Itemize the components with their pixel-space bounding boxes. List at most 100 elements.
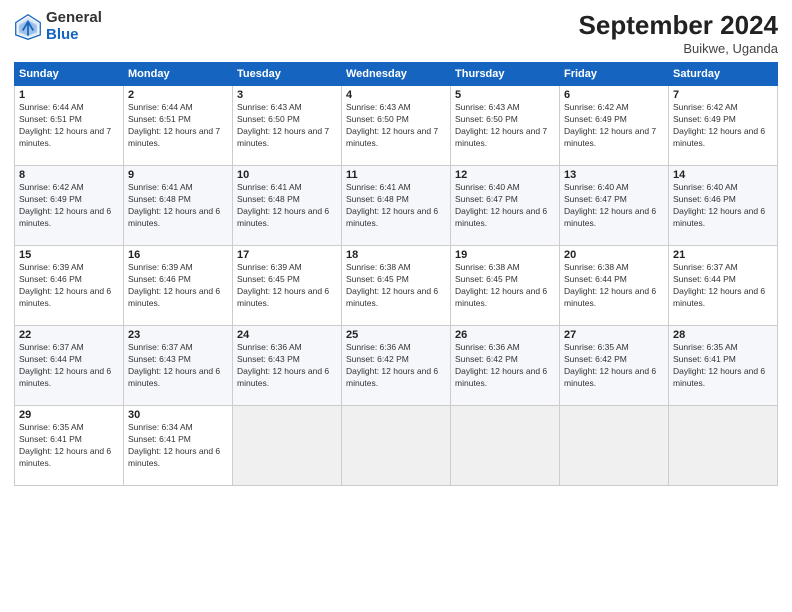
calendar-cell: 4Sunrise: 6:43 AMSunset: 6:50 PMDaylight…: [342, 86, 451, 166]
location: Buikwe, Uganda: [579, 41, 778, 56]
calendar-cell: 9Sunrise: 6:41 AMSunset: 6:48 PMDaylight…: [124, 166, 233, 246]
day-info: Sunrise: 6:41 AMSunset: 6:48 PMDaylight:…: [237, 182, 337, 230]
day-info: Sunrise: 6:34 AMSunset: 6:41 PMDaylight:…: [128, 422, 228, 470]
calendar-cell: 30Sunrise: 6:34 AMSunset: 6:41 PMDayligh…: [124, 406, 233, 486]
calendar-table: SundayMondayTuesdayWednesdayThursdayFrid…: [14, 62, 778, 486]
day-number: 8: [19, 169, 119, 181]
month-title: September 2024: [579, 10, 778, 41]
day-number: 14: [673, 169, 773, 181]
day-info: Sunrise: 6:42 AMSunset: 6:49 PMDaylight:…: [19, 182, 119, 230]
day-number: 11: [346, 169, 446, 181]
day-info: Sunrise: 6:44 AMSunset: 6:51 PMDaylight:…: [128, 102, 228, 150]
day-info: Sunrise: 6:36 AMSunset: 6:42 PMDaylight:…: [346, 342, 446, 390]
calendar-cell: [451, 406, 560, 486]
header: General Blue September 2024 Buikwe, Ugan…: [14, 10, 778, 56]
col-header-monday: Monday: [124, 63, 233, 86]
calendar-cell: 29Sunrise: 6:35 AMSunset: 6:41 PMDayligh…: [15, 406, 124, 486]
logo-text: General Blue: [46, 10, 102, 43]
col-header-sunday: Sunday: [15, 63, 124, 86]
calendar-cell: 14Sunrise: 6:40 AMSunset: 6:46 PMDayligh…: [669, 166, 778, 246]
day-number: 2: [128, 89, 228, 101]
day-info: Sunrise: 6:43 AMSunset: 6:50 PMDaylight:…: [346, 102, 446, 150]
day-info: Sunrise: 6:40 AMSunset: 6:47 PMDaylight:…: [564, 182, 664, 230]
calendar-cell: [233, 406, 342, 486]
day-info: Sunrise: 6:36 AMSunset: 6:43 PMDaylight:…: [237, 342, 337, 390]
day-info: Sunrise: 6:40 AMSunset: 6:47 PMDaylight:…: [455, 182, 555, 230]
day-info: Sunrise: 6:36 AMSunset: 6:42 PMDaylight:…: [455, 342, 555, 390]
calendar-cell: 13Sunrise: 6:40 AMSunset: 6:47 PMDayligh…: [560, 166, 669, 246]
day-info: Sunrise: 6:43 AMSunset: 6:50 PMDaylight:…: [455, 102, 555, 150]
calendar-page: General Blue September 2024 Buikwe, Ugan…: [0, 0, 792, 612]
day-number: 20: [564, 249, 664, 261]
calendar-cell: 27Sunrise: 6:35 AMSunset: 6:42 PMDayligh…: [560, 326, 669, 406]
day-number: 10: [237, 169, 337, 181]
calendar-week-row: 1Sunrise: 6:44 AMSunset: 6:51 PMDaylight…: [15, 86, 778, 166]
day-number: 16: [128, 249, 228, 261]
calendar-cell: [669, 406, 778, 486]
calendar-week-row: 15Sunrise: 6:39 AMSunset: 6:46 PMDayligh…: [15, 246, 778, 326]
calendar-cell: 17Sunrise: 6:39 AMSunset: 6:45 PMDayligh…: [233, 246, 342, 326]
calendar-cell: 23Sunrise: 6:37 AMSunset: 6:43 PMDayligh…: [124, 326, 233, 406]
day-number: 19: [455, 249, 555, 261]
day-number: 27: [564, 329, 664, 341]
day-number: 13: [564, 169, 664, 181]
calendar-cell: 6Sunrise: 6:42 AMSunset: 6:49 PMDaylight…: [560, 86, 669, 166]
day-number: 29: [19, 409, 119, 421]
calendar-cell: 21Sunrise: 6:37 AMSunset: 6:44 PMDayligh…: [669, 246, 778, 326]
day-number: 18: [346, 249, 446, 261]
day-number: 21: [673, 249, 773, 261]
calendar-week-row: 8Sunrise: 6:42 AMSunset: 6:49 PMDaylight…: [15, 166, 778, 246]
day-number: 7: [673, 89, 773, 101]
day-info: Sunrise: 6:35 AMSunset: 6:41 PMDaylight:…: [19, 422, 119, 470]
calendar-week-row: 22Sunrise: 6:37 AMSunset: 6:44 PMDayligh…: [15, 326, 778, 406]
day-number: 25: [346, 329, 446, 341]
calendar-cell: 24Sunrise: 6:36 AMSunset: 6:43 PMDayligh…: [233, 326, 342, 406]
day-number: 3: [237, 89, 337, 101]
col-header-tuesday: Tuesday: [233, 63, 342, 86]
day-info: Sunrise: 6:44 AMSunset: 6:51 PMDaylight:…: [19, 102, 119, 150]
calendar-cell: [342, 406, 451, 486]
calendar-cell: 1Sunrise: 6:44 AMSunset: 6:51 PMDaylight…: [15, 86, 124, 166]
calendar-cell: 19Sunrise: 6:38 AMSunset: 6:45 PMDayligh…: [451, 246, 560, 326]
calendar-header-row: SundayMondayTuesdayWednesdayThursdayFrid…: [15, 63, 778, 86]
day-number: 24: [237, 329, 337, 341]
calendar-cell: 22Sunrise: 6:37 AMSunset: 6:44 PMDayligh…: [15, 326, 124, 406]
day-number: 12: [455, 169, 555, 181]
day-info: Sunrise: 6:35 AMSunset: 6:42 PMDaylight:…: [564, 342, 664, 390]
logo: General Blue: [14, 10, 102, 43]
day-info: Sunrise: 6:39 AMSunset: 6:46 PMDaylight:…: [19, 262, 119, 310]
calendar-cell: 18Sunrise: 6:38 AMSunset: 6:45 PMDayligh…: [342, 246, 451, 326]
calendar-cell: 10Sunrise: 6:41 AMSunset: 6:48 PMDayligh…: [233, 166, 342, 246]
day-info: Sunrise: 6:43 AMSunset: 6:50 PMDaylight:…: [237, 102, 337, 150]
calendar-cell: 28Sunrise: 6:35 AMSunset: 6:41 PMDayligh…: [669, 326, 778, 406]
day-info: Sunrise: 6:38 AMSunset: 6:45 PMDaylight:…: [455, 262, 555, 310]
day-info: Sunrise: 6:37 AMSunset: 6:44 PMDaylight:…: [673, 262, 773, 310]
calendar-cell: 3Sunrise: 6:43 AMSunset: 6:50 PMDaylight…: [233, 86, 342, 166]
col-header-saturday: Saturday: [669, 63, 778, 86]
calendar-cell: 2Sunrise: 6:44 AMSunset: 6:51 PMDaylight…: [124, 86, 233, 166]
day-info: Sunrise: 6:35 AMSunset: 6:41 PMDaylight:…: [673, 342, 773, 390]
day-number: 4: [346, 89, 446, 101]
day-number: 26: [455, 329, 555, 341]
day-info: Sunrise: 6:37 AMSunset: 6:44 PMDaylight:…: [19, 342, 119, 390]
calendar-cell: 25Sunrise: 6:36 AMSunset: 6:42 PMDayligh…: [342, 326, 451, 406]
calendar-cell: 11Sunrise: 6:41 AMSunset: 6:48 PMDayligh…: [342, 166, 451, 246]
day-number: 6: [564, 89, 664, 101]
day-number: 22: [19, 329, 119, 341]
calendar-week-row: 29Sunrise: 6:35 AMSunset: 6:41 PMDayligh…: [15, 406, 778, 486]
calendar-cell: 12Sunrise: 6:40 AMSunset: 6:47 PMDayligh…: [451, 166, 560, 246]
day-info: Sunrise: 6:42 AMSunset: 6:49 PMDaylight:…: [564, 102, 664, 150]
day-info: Sunrise: 6:38 AMSunset: 6:44 PMDaylight:…: [564, 262, 664, 310]
day-number: 28: [673, 329, 773, 341]
day-info: Sunrise: 6:40 AMSunset: 6:46 PMDaylight:…: [673, 182, 773, 230]
col-header-wednesday: Wednesday: [342, 63, 451, 86]
calendar-cell: 20Sunrise: 6:38 AMSunset: 6:44 PMDayligh…: [560, 246, 669, 326]
title-block: September 2024 Buikwe, Uganda: [579, 10, 778, 56]
day-number: 5: [455, 89, 555, 101]
day-info: Sunrise: 6:42 AMSunset: 6:49 PMDaylight:…: [673, 102, 773, 150]
day-info: Sunrise: 6:38 AMSunset: 6:45 PMDaylight:…: [346, 262, 446, 310]
calendar-cell: 15Sunrise: 6:39 AMSunset: 6:46 PMDayligh…: [15, 246, 124, 326]
day-number: 17: [237, 249, 337, 261]
calendar-cell: 26Sunrise: 6:36 AMSunset: 6:42 PMDayligh…: [451, 326, 560, 406]
calendar-cell: 16Sunrise: 6:39 AMSunset: 6:46 PMDayligh…: [124, 246, 233, 326]
